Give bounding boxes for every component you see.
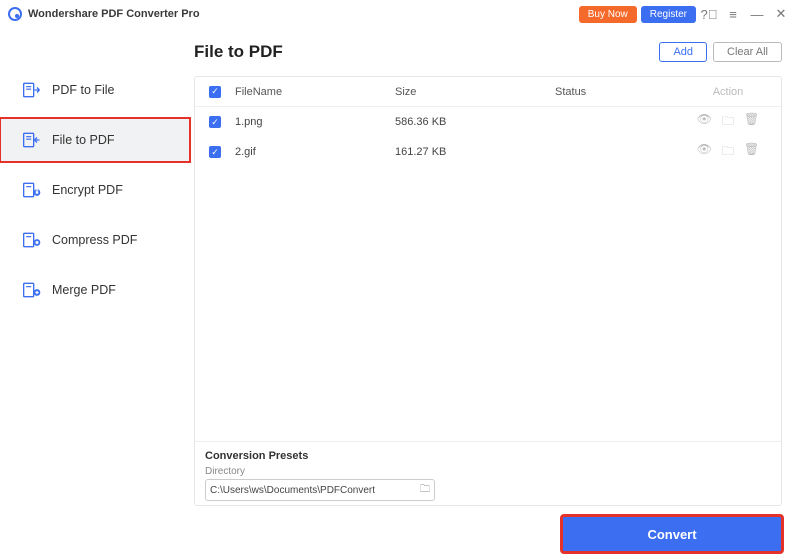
cell-size: 161.27 KB <box>395 146 555 158</box>
sidebar-item-merge-pdf[interactable]: Merge PDF <box>0 268 190 312</box>
select-all-checkbox[interactable]: ✓ <box>209 86 221 98</box>
register-button[interactable]: Register <box>641 6 696 23</box>
help-icon[interactable]: ?⃝ <box>698 3 720 25</box>
conversion-presets: Conversion Presets Directory C:\Users\ws… <box>195 441 781 505</box>
open-folder-icon[interactable]: 🗀 <box>722 142 734 163</box>
menu-icon[interactable]: ≡ <box>722 3 744 25</box>
sidebar-item-encrypt-pdf[interactable]: Encrypt PDF <box>0 168 190 212</box>
sidebar-item-file-to-pdf[interactable]: File to PDF <box>0 118 190 162</box>
sidebar-item-label: File to PDF <box>52 133 115 147</box>
col-status: Status <box>555 86 675 98</box>
sidebar-item-label: Merge PDF <box>52 283 116 297</box>
table-row: ✓ 1.png 586.36 KB 👁 🗀 🗑 <box>195 107 781 137</box>
delete-icon[interactable]: 🗑 <box>744 112 759 133</box>
file-to-pdf-icon <box>22 130 42 150</box>
add-button[interactable]: Add <box>659 42 707 62</box>
pdf-to-file-icon <box>22 80 42 100</box>
preview-icon[interactable]: 👁 <box>697 142 712 163</box>
file-table: ✓ FileName Size Status Action ✓ 1.png 58… <box>194 76 782 506</box>
convert-button[interactable]: Convert <box>562 516 782 552</box>
buy-now-button[interactable]: Buy Now <box>579 6 637 23</box>
minimize-icon[interactable]: — <box>746 3 768 25</box>
sidebar-item-label: Compress PDF <box>52 233 137 247</box>
clear-all-button[interactable]: Clear All <box>713 42 782 62</box>
cell-size: 586.36 KB <box>395 116 555 128</box>
cell-filename: 2.gif <box>235 146 395 158</box>
close-icon[interactable]: ✕ <box>770 3 792 25</box>
directory-label: Directory <box>205 466 771 477</box>
col-filename: FileName <box>235 86 395 98</box>
compress-icon <box>22 230 42 250</box>
table-header-row: ✓ FileName Size Status Action <box>195 77 781 107</box>
sidebar: PDF to File File to PDF Encrypt PDF Comp… <box>0 28 190 560</box>
directory-input[interactable]: C:\Users\ws\Documents\PDFConvert 🗀 <box>205 479 435 501</box>
directory-value: C:\Users\ws\Documents\PDFConvert <box>210 485 420 496</box>
open-folder-icon[interactable]: 🗀 <box>722 112 734 133</box>
table-row: ✓ 2.gif 161.27 KB 👁 🗀 🗑 <box>195 137 781 167</box>
sidebar-item-label: PDF to File <box>52 83 115 97</box>
col-size: Size <box>395 86 555 98</box>
preview-icon[interactable]: 👁 <box>697 112 712 133</box>
row-checkbox[interactable]: ✓ <box>209 116 221 128</box>
titlebar: Wondershare PDF Converter Pro Buy Now Re… <box>0 0 800 28</box>
cell-filename: 1.png <box>235 116 395 128</box>
sidebar-item-compress-pdf[interactable]: Compress PDF <box>0 218 190 262</box>
row-checkbox[interactable]: ✓ <box>209 146 221 158</box>
browse-folder-icon[interactable]: 🗀 <box>420 482 430 499</box>
delete-icon[interactable]: 🗑 <box>744 142 759 163</box>
plus-icon <box>22 280 42 300</box>
sidebar-item-pdf-to-file[interactable]: PDF to File <box>0 68 190 112</box>
app-title: Wondershare PDF Converter Pro <box>28 8 200 20</box>
col-action: Action <box>675 86 781 98</box>
sidebar-item-label: Encrypt PDF <box>52 183 123 197</box>
app-logo-icon <box>8 7 22 21</box>
presets-title: Conversion Presets <box>205 450 771 462</box>
lock-icon <box>22 180 42 200</box>
page-title: File to PDF <box>194 42 653 62</box>
